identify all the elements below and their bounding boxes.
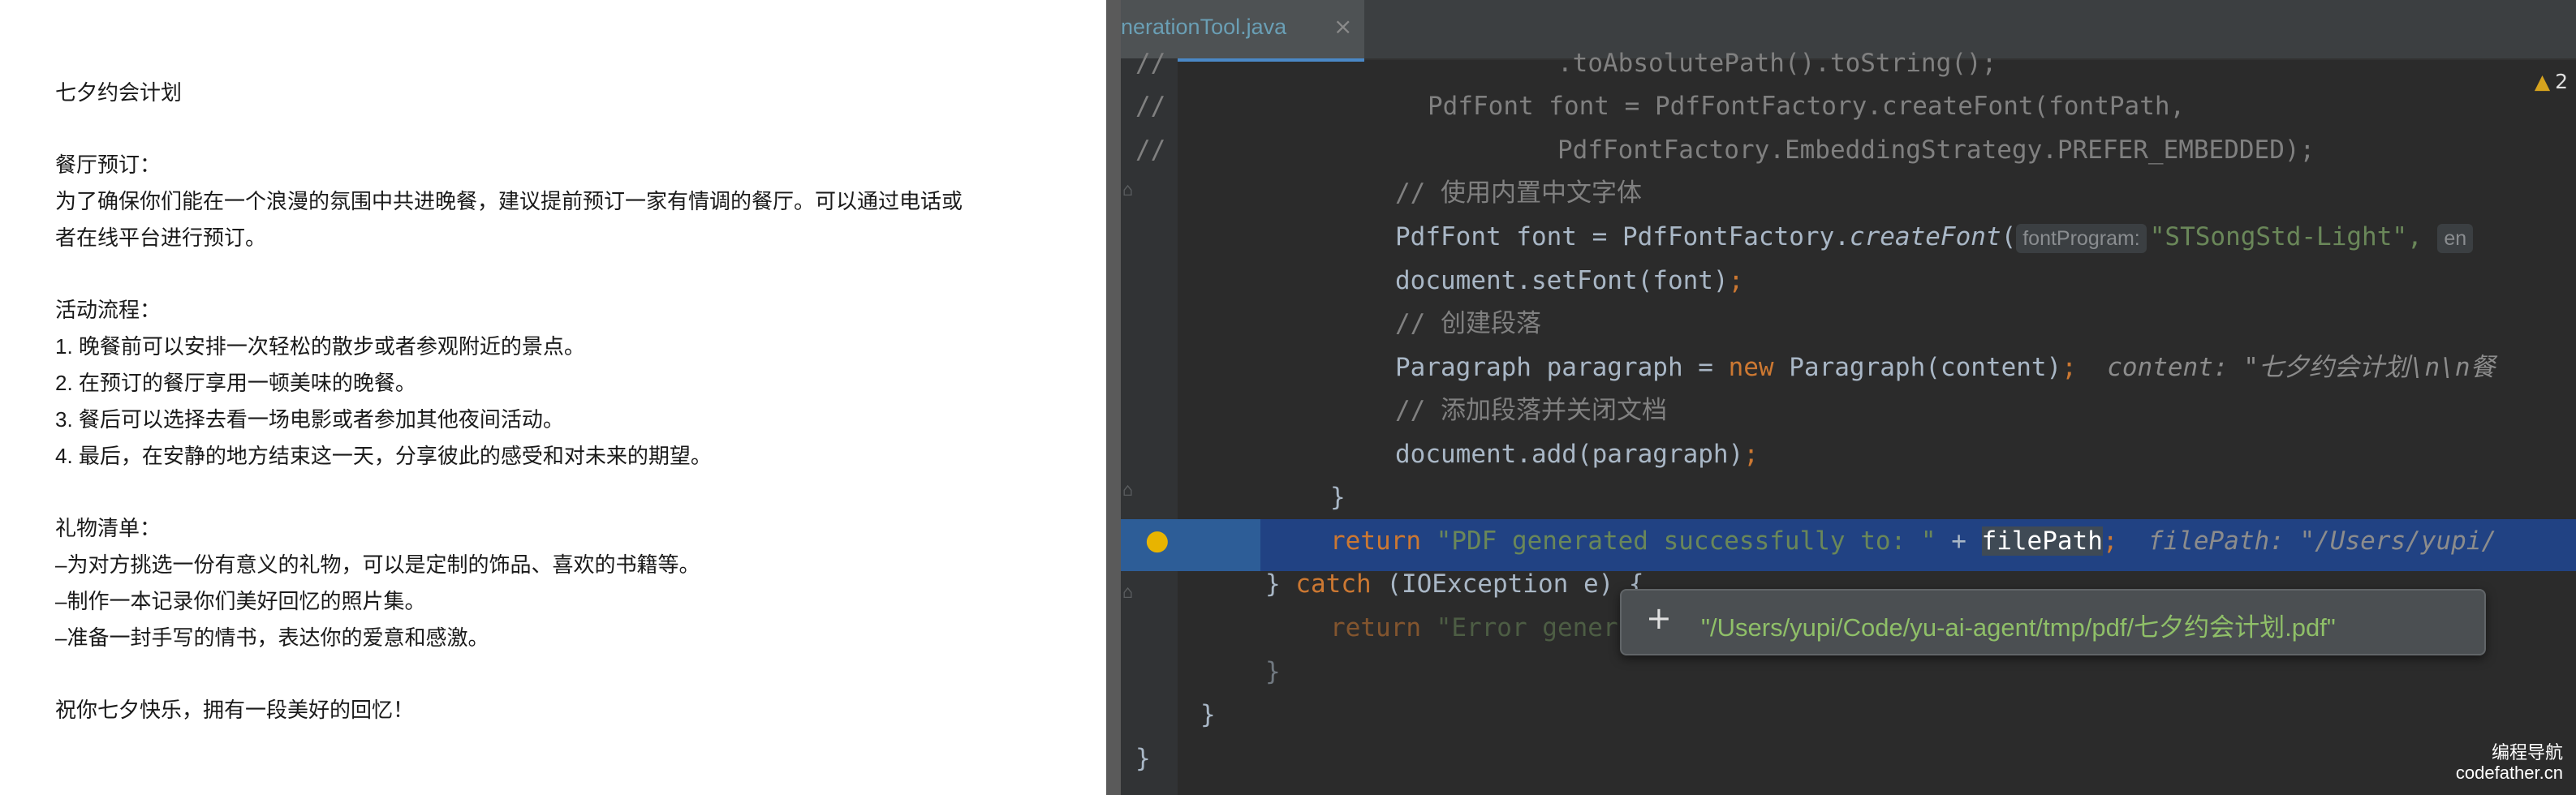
warning-count: 2 (2555, 70, 2568, 93)
doc-heading-gifts: 礼物清单： (55, 516, 162, 540)
code-token: document.setFont(font) (1395, 266, 1729, 295)
code-line[interactable]: PdfFont font = PdfFontFactory.createFont… (1395, 221, 2476, 253)
doc-list-item: –制作一本记录你们美好回忆的照片集。 (55, 589, 426, 613)
doc-heading-restaurant: 餐厅预订： (55, 153, 162, 177)
tooltip-value: "/Users/yupi/Code/yu-ai-agent/tmp/pdf/七夕… (1701, 613, 2336, 642)
code-token: ; (1728, 266, 1744, 295)
fold-icon[interactable]: ⌂ (1122, 480, 1133, 501)
code-line: PdfFontFactory.EmbeddingStrategy.PREFER_… (1557, 135, 2315, 165)
code-brace: } (1135, 744, 1151, 773)
debug-value-tooltip[interactable]: + "/Users/yupi/Code/yu-ai-agent/tmp/pdf/… (1620, 589, 2486, 655)
code-token: + (1936, 526, 1982, 556)
doc-title: 七夕约会计划 (55, 80, 183, 105)
code-line-return[interactable]: return "PDF generated successfully to: "… (1330, 525, 2496, 557)
warning-indicator[interactable]: ▲ 2 (2535, 70, 2568, 93)
code-line: // (1135, 92, 1166, 121)
code-keyword: return (1330, 526, 1421, 556)
code-keyword: return (1330, 613, 1421, 642)
code-line[interactable]: document.add(paragraph); (1395, 438, 1759, 471)
code-comment: // 添加段落并关闭文档 (1395, 396, 1667, 425)
code-token: ; (1743, 440, 1759, 469)
code-keyword: catch (1295, 569, 1372, 599)
doc-list-item: 2. 在预订的餐厅享用一顿美味的晚餐。 (55, 371, 416, 395)
code-brace: } (1330, 483, 1346, 512)
inline-debug-value: content: "七夕约会计划\n\n餐 (2107, 353, 2496, 382)
close-icon[interactable]: × (1333, 13, 1352, 40)
code-string: "PDF generated successfully to: " (1436, 526, 1936, 556)
watermark-url: codefather.cn (2455, 763, 2563, 783)
split-divider[interactable] (1106, 0, 1121, 795)
code-line: // (1135, 49, 1166, 78)
code-token: Paragraph paragraph = (1395, 353, 1729, 382)
code-line: PdfFont font = PdfFontFactory.createFont… (1428, 92, 2186, 121)
code-string: "STSongStd-Light", (2149, 222, 2423, 251)
code-token: (IOException e) { (1371, 569, 1644, 599)
code-token: createFont (1849, 222, 2001, 251)
param-hint: fontProgram: (2016, 223, 2147, 253)
code-token: document.add(paragraph) (1395, 440, 1744, 469)
ide-editor: nerationTool.java × ⌂ ⌂ ⌂ ▲ 2 ● // .toAbs… (1121, 0, 2576, 795)
fold-icon[interactable]: ⌂ (1122, 180, 1133, 200)
inline-debug-value: filePath: "/Users/yupi/ (2147, 526, 2497, 556)
code-line[interactable]: return "Error gener (1330, 612, 1618, 644)
fold-icon[interactable]: ⌂ (1122, 582, 1133, 603)
editor-gutter[interactable]: ⌂ ⌂ ⌂ (1121, 58, 1178, 795)
expand-icon[interactable]: + (1646, 600, 1672, 636)
doc-list-item: 4. 最后，在安静的地方结束这一天，分享彼此的感受和对未来的期望。 (55, 444, 712, 468)
code-comment: // 使用内置中文字体 (1395, 178, 1642, 208)
code-token: PdfFont font = PdfFontFactory. (1395, 222, 1850, 251)
doc-closing: 祝你七夕快乐，拥有一段美好的回忆！ (55, 698, 415, 722)
doc-text: 为了确保你们能在一个浪漫的氛围中共进晚餐，建议提前预订一家有情调的餐厅。可以通过… (55, 189, 963, 213)
tab-label: nerationTool.java (1121, 15, 1287, 39)
doc-list-item: 3. 餐后可以选择去看一场电影或者参加其他夜间活动。 (55, 407, 564, 432)
code-string: "Error gener (1436, 613, 1618, 642)
doc-list-item: –准备一封手写的情书，表达你的爱意和感激。 (55, 625, 489, 650)
code-token: ; (2061, 353, 2077, 382)
code-keyword: new (1728, 353, 1774, 382)
code-variable[interactable]: filePath (1981, 526, 2103, 556)
code-comment: // 创建段落 (1395, 309, 1541, 338)
doc-heading-activities: 活动流程： (55, 298, 162, 322)
code-line[interactable]: Paragraph paragraph = new Paragraph(cont… (1395, 351, 2496, 384)
lightbulb-icon[interactable]: ● (1145, 524, 1170, 556)
code-brace: } (1265, 657, 1281, 686)
code-token: } (1265, 569, 1296, 599)
code-line: // (1135, 135, 1166, 165)
code-token: ; (2102, 526, 2118, 556)
doc-list-item: 1. 晚餐前可以安排一次轻松的散步或者参观附近的景点。 (55, 334, 585, 359)
param-hint: en (2437, 223, 2474, 253)
code-token: ( (2001, 222, 2017, 251)
code-line[interactable]: } catch (IOException e) { (1265, 568, 1644, 600)
warning-icon: ▲ (2534, 70, 2551, 93)
code-line: .toAbsolutePath().toString(); (1557, 49, 1997, 78)
doc-list-item: –为对方挑选一份有意义的礼物，可以是定制的饰品、喜欢的书籍等。 (55, 552, 700, 577)
document-preview: 七夕约会计划 餐厅预订： 为了确保你们能在一个浪漫的氛围中共进晚餐，建议提前预订… (0, 0, 1106, 795)
code-token: Paragraph(content) (1773, 353, 2062, 382)
code-line[interactable]: document.setFont(font); (1395, 264, 1743, 297)
code-brace: } (1200, 700, 1216, 729)
doc-text: 者在线平台进行预订。 (55, 226, 267, 250)
watermark-title: 编程导航 (2491, 742, 2563, 763)
